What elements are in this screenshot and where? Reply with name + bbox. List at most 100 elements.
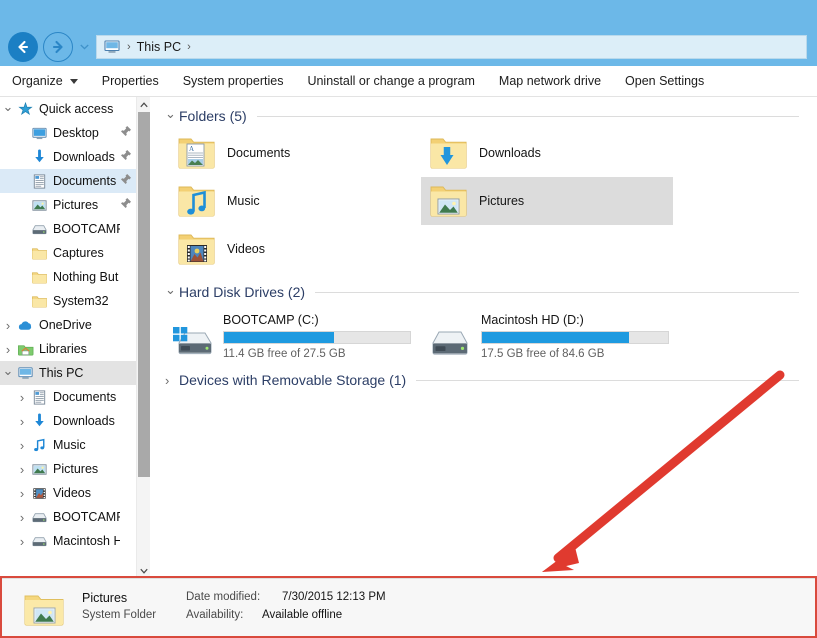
drive-list: BOOTCAMP (C:) 11.4 GB free of 27.5 GB Maci… bbox=[151, 305, 817, 361]
command-toolbar: Organize Properties System properties Un… bbox=[0, 66, 817, 97]
drive-item[interactable]: BOOTCAMP (C:) 11.4 GB free of 27.5 GB bbox=[169, 305, 427, 361]
group-header[interactable]: Devices with Removable Storage (1) bbox=[151, 367, 817, 393]
toolbar-map-network-drive-button[interactable]: Map network drive bbox=[487, 66, 613, 96]
folder-tile-grid: A Documents Downloads Music Pictures Videos bbox=[151, 129, 817, 273]
sidebar-item-label: Desktop bbox=[53, 126, 99, 140]
toolbar-organize-button[interactable]: Organize bbox=[0, 66, 90, 96]
toolbar-item-label: System properties bbox=[182, 74, 284, 88]
chevron-down-icon[interactable] bbox=[165, 110, 179, 123]
details-pane: Pictures System Folder Date modified: 7/… bbox=[0, 578, 817, 638]
toolbar-uninstall-button[interactable]: Uninstall or change a program bbox=[295, 66, 486, 96]
sidebar-item-documents[interactable]: Documents bbox=[0, 385, 136, 409]
sidebar-item-pictures[interactable]: Pictures bbox=[0, 193, 136, 217]
videos-icon bbox=[30, 484, 48, 502]
folder-tile[interactable]: Videos bbox=[169, 225, 421, 273]
sidebar-item-libraries[interactable]: Libraries bbox=[0, 337, 136, 361]
pin-icon[interactable] bbox=[120, 172, 134, 190]
scroll-up-arrow-icon[interactable] bbox=[137, 97, 151, 112]
sidebar-item-macintosh-hd[interactable]: Macintosh HD ( bbox=[0, 529, 136, 553]
sidebar-item-captures[interactable]: Captures bbox=[0, 241, 136, 265]
sidebar-item-quick-access[interactable]: Quick access bbox=[0, 97, 136, 121]
sidebar-item-nothing-but-the[interactable]: Nothing But the bbox=[0, 265, 136, 289]
folder-icon bbox=[30, 292, 48, 310]
svg-text:A: A bbox=[189, 145, 194, 153]
sidebar-item-pictures[interactable]: Pictures bbox=[0, 457, 136, 481]
sidebar-item-bootcamp-c[interactable]: BOOTCAMP (C:) bbox=[0, 505, 136, 529]
back-button[interactable] bbox=[8, 32, 38, 62]
drive-info: BOOTCAMP (C:) 11.4 GB free of 27.5 GB bbox=[223, 309, 411, 360]
chevron-right-icon[interactable] bbox=[14, 463, 30, 476]
sidebar-item-documents[interactable]: Documents bbox=[0, 169, 136, 193]
sidebar-item-label: Documents bbox=[53, 174, 117, 188]
sidebar-item-downloads[interactable]: Downloads bbox=[0, 145, 136, 169]
sidebar-item-bootcamp-c[interactable]: BOOTCAMP (C:) bbox=[0, 217, 136, 241]
sidebar-item-downloads[interactable]: Downloads bbox=[0, 409, 136, 433]
music-folder-icon bbox=[177, 182, 217, 220]
sidebar-item-label: Nothing But the bbox=[53, 270, 120, 284]
chevron-right-icon[interactable] bbox=[14, 535, 30, 548]
scroll-down-arrow-icon[interactable] bbox=[137, 563, 151, 578]
chevron-right-icon[interactable] bbox=[165, 374, 179, 387]
drive-icon bbox=[30, 220, 48, 238]
pin-icon[interactable] bbox=[120, 196, 134, 214]
chevron-right-icon[interactable] bbox=[14, 511, 30, 524]
chevron-right-icon[interactable] bbox=[14, 391, 30, 404]
toolbar-properties-button[interactable]: Properties bbox=[90, 66, 171, 96]
folder-tile[interactable]: Downloads bbox=[421, 129, 673, 177]
navigation-pane-scrollbar[interactable] bbox=[136, 97, 150, 578]
group-header[interactable]: Hard Disk Drives (2) bbox=[151, 279, 817, 305]
sidebar-item-label: BOOTCAMP (C:) bbox=[53, 510, 120, 524]
scrollbar-thumb[interactable] bbox=[138, 112, 150, 477]
address-bar[interactable]: › This PC › bbox=[96, 35, 807, 59]
toolbar-system-properties-button[interactable]: System properties bbox=[171, 66, 296, 96]
sidebar-item-music[interactable]: Music bbox=[0, 433, 136, 457]
onedrive-icon bbox=[16, 316, 34, 334]
details-field-key-date-modified: Date modified: bbox=[186, 590, 261, 603]
folder-tile[interactable]: A Documents bbox=[169, 129, 421, 177]
documents-icon bbox=[30, 388, 48, 406]
sidebar-item-desktop[interactable]: Desktop bbox=[0, 121, 136, 145]
group-divider bbox=[315, 291, 799, 293]
breadcrumb-separator-2[interactable]: › bbox=[183, 41, 195, 53]
navigation-pane[interactable]: Quick access Desktop Downloads Documents Pic… bbox=[0, 97, 136, 578]
chevron-right-icon[interactable] bbox=[0, 319, 16, 332]
sidebar-item-label: Documents bbox=[53, 390, 117, 404]
this-pc-icon bbox=[16, 364, 34, 382]
sidebar-item-onedrive[interactable]: OneDrive bbox=[0, 313, 136, 337]
folder-tile[interactable]: Music bbox=[169, 177, 421, 225]
chevron-right-icon[interactable] bbox=[0, 343, 16, 356]
pin-icon[interactable] bbox=[120, 124, 134, 142]
folder-tile[interactable]: Pictures bbox=[421, 177, 673, 225]
chevron-right-icon[interactable] bbox=[14, 487, 30, 500]
pin-icon[interactable] bbox=[120, 148, 134, 166]
group-header[interactable]: Folders (5) bbox=[151, 103, 817, 129]
drive-capacity-bar bbox=[481, 331, 669, 344]
chevron-down-icon[interactable] bbox=[0, 367, 16, 380]
toolbar-item-label: Map network drive bbox=[498, 74, 602, 88]
chevron-right-icon[interactable] bbox=[14, 415, 30, 428]
sidebar-item-this-pc[interactable]: This PC bbox=[0, 361, 136, 385]
forward-button[interactable] bbox=[43, 32, 73, 62]
toolbar-open-settings-button[interactable]: Open Settings bbox=[613, 66, 716, 96]
file-explorer-window: › This PC › Organize Properties System p… bbox=[0, 0, 817, 638]
sidebar-item-system32[interactable]: System32 bbox=[0, 289, 136, 313]
breadcrumb-this-pc[interactable]: This PC bbox=[135, 40, 183, 54]
navigation-bar: › This PC › bbox=[0, 28, 817, 66]
chevron-right-icon[interactable] bbox=[14, 439, 30, 452]
toolbar-item-label: Open Settings bbox=[625, 74, 705, 88]
documents-folder-icon: A bbox=[177, 134, 217, 172]
pictures-icon bbox=[30, 460, 48, 478]
recent-locations-button[interactable] bbox=[76, 32, 92, 62]
drive-item[interactable]: Macintosh HD (D:) 17.5 GB free of 84.6 GB bbox=[427, 305, 685, 361]
items-view[interactable]: Folders (5) A Documents Downloads Music Pictu… bbox=[151, 97, 817, 578]
chevron-down-icon[interactable] bbox=[165, 286, 179, 299]
title-bar bbox=[0, 0, 817, 28]
music-icon bbox=[30, 436, 48, 454]
sidebar-item-videos[interactable]: Videos bbox=[0, 481, 136, 505]
details-item-name: Pictures bbox=[82, 590, 128, 605]
group-title: Devices with Removable Storage (1) bbox=[179, 372, 407, 388]
sidebar-item-label: Music bbox=[53, 438, 86, 452]
chevron-down-icon[interactable] bbox=[0, 103, 16, 116]
downloads-folder-icon bbox=[429, 134, 469, 172]
this-pc-icon bbox=[103, 39, 121, 55]
